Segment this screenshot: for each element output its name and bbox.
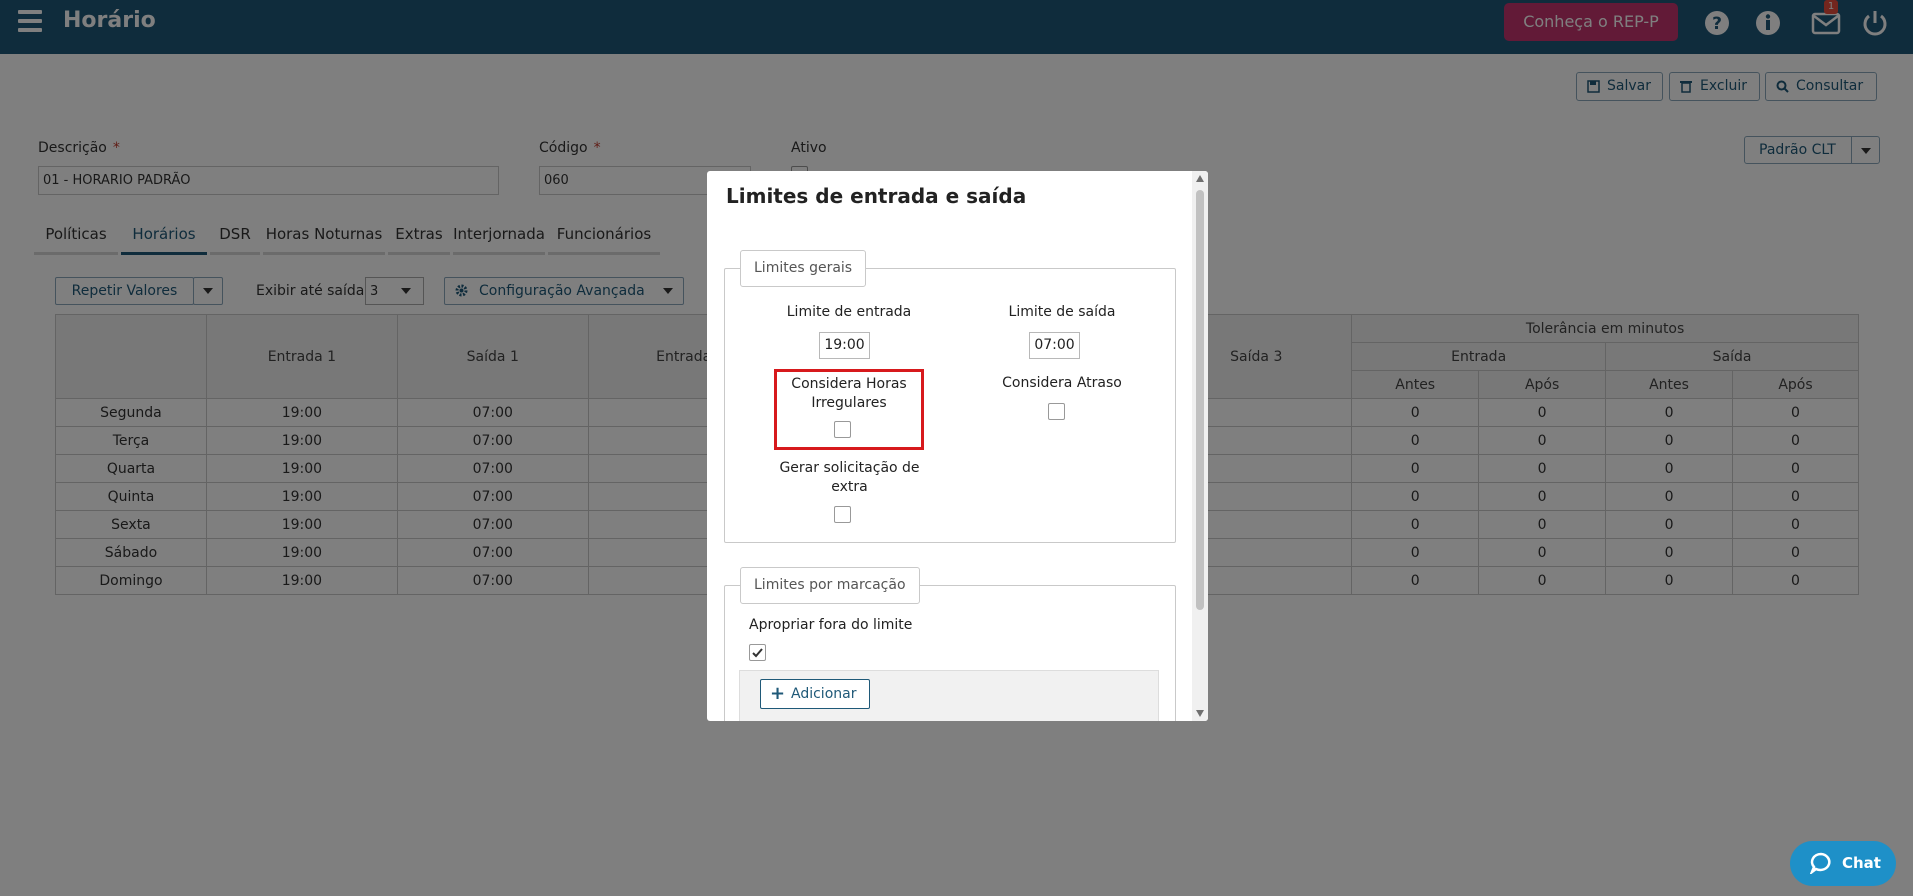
limits-modal: Limites de entrada e saída Limites gerai…: [707, 171, 1208, 721]
chat-label: Chat: [1842, 854, 1881, 872]
entry-limit-label: Limite de entrada: [786, 304, 912, 320]
delay-label: Considera Atraso: [1002, 375, 1122, 391]
scroll-down-icon[interactable]: [1196, 710, 1204, 717]
scroll-up-icon[interactable]: [1196, 175, 1204, 182]
extra-request-label: Gerar solicitação de extra: [767, 459, 932, 497]
general-limits-legend: Limites gerais: [740, 250, 867, 287]
chat-bubble-icon: [1810, 852, 1831, 874]
add-button[interactable]: + Adicionar: [760, 679, 870, 709]
irregular-hours-label-line2: Irregulares: [811, 395, 887, 411]
irregular-hours-label-line1: Considera Horas: [791, 376, 907, 392]
per-mark-legend: Limites por marcação: [740, 567, 920, 604]
irregular-hours-label: Considera Horas Irregulares: [774, 375, 924, 413]
appropriate-label: Apropriar fora do limite: [749, 617, 913, 633]
checkmark-icon: [752, 648, 763, 658]
entry-limit-input[interactable]: 19:00: [819, 332, 870, 359]
exit-limit-input[interactable]: 07:00: [1029, 332, 1080, 359]
add-button-label: Adicionar: [791, 686, 857, 702]
plus-icon: +: [770, 683, 786, 704]
extra-request-label-line2: extra: [831, 479, 868, 495]
delay-checkbox[interactable]: [1048, 403, 1065, 420]
exit-limit-label: Limite de saída: [1008, 304, 1116, 320]
irregular-hours-checkbox[interactable]: [834, 421, 851, 438]
modal-title: Limites de entrada e saída: [726, 184, 1027, 208]
modal-scrollbar[interactable]: [1192, 171, 1208, 721]
scrollbar-thumb[interactable]: [1196, 190, 1204, 610]
chat-button[interactable]: Chat: [1790, 841, 1896, 886]
extra-request-label-line1: Gerar solicitação de: [779, 460, 920, 476]
extra-request-checkbox[interactable]: [834, 506, 851, 523]
appropriate-checkbox[interactable]: [749, 644, 766, 661]
